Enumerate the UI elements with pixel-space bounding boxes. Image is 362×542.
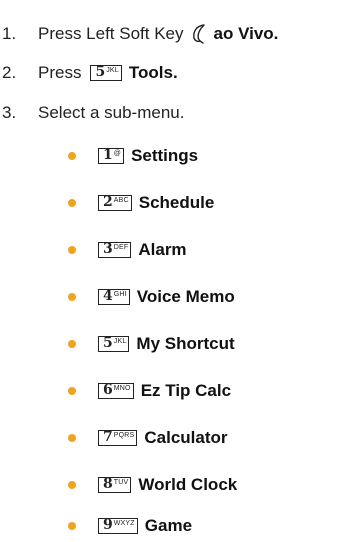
step-1: 1. Press Left Soft Key ao Vivo. [2,23,278,45]
step-label: Tools. [128,63,178,82]
step-number: 1. [2,24,17,43]
key-3-icon: 3DEF [98,242,132,258]
submenu-item-settings: 1@ Settings [68,145,198,167]
submenu-item-ez-tip-calc: 6MNO Ez Tip Calc [68,380,231,402]
step-3: 3. Select a sub-menu. [2,102,184,124]
key-6-icon: 6MNO [98,383,134,399]
step-text: Select a sub-menu. [38,103,185,122]
bullet-icon [68,434,76,442]
bullet-icon [68,293,76,301]
left-soft-key-icon [190,23,208,45]
bullet-icon [68,340,76,348]
submenu-item-world-clock: 8TUV World Clock [68,474,237,496]
bullet-icon [68,199,76,207]
bullet-icon [68,522,76,530]
key-1-icon: 1@ [98,148,125,164]
key-2-icon: 2ABC [98,195,132,211]
key-5-icon: 5JKL [90,65,122,81]
key-4-icon: 4GHI [98,289,130,305]
submenu-label: Calculator [144,428,228,447]
submenu-label: World Clock [138,475,238,494]
bullet-icon [68,152,76,160]
submenu-item-alarm: 3DEF Alarm [68,239,187,261]
key-5-icon: 5JKL [98,336,130,352]
step-2: 2. Press 5JKL Tools. [2,62,178,84]
submenu-label: Schedule [138,193,215,212]
submenu-label: Settings [131,146,199,165]
bullet-icon [68,387,76,395]
submenu-item-game: 9WXYZ Game [68,515,192,537]
step-label: ao Vivo. [213,24,279,43]
step-number: 2. [2,63,17,82]
submenu-item-voice-memo: 4GHI Voice Memo [68,286,235,308]
submenu-item-calculator: 7PQRS Calculator [68,427,228,449]
submenu-label: My Shortcut [136,334,235,353]
key-9-icon: 9WXYZ [98,518,138,534]
submenu-label: Ez Tip Calc [140,381,232,400]
submenu-label: Voice Memo [136,287,235,306]
submenu-label: Game [144,516,193,535]
bullet-icon [68,481,76,489]
submenu-item-schedule: 2ABC Schedule [68,192,214,214]
submenu-label: Alarm [138,240,187,259]
key-8-icon: 8TUV [98,477,132,493]
key-7-icon: 7PQRS [98,430,138,446]
step-number: 3. [2,103,17,122]
step-text: Press Left Soft Key [38,24,184,43]
step-text: Press [38,63,82,82]
bullet-icon [68,246,76,254]
submenu-item-my-shortcut: 5JKL My Shortcut [68,333,235,355]
